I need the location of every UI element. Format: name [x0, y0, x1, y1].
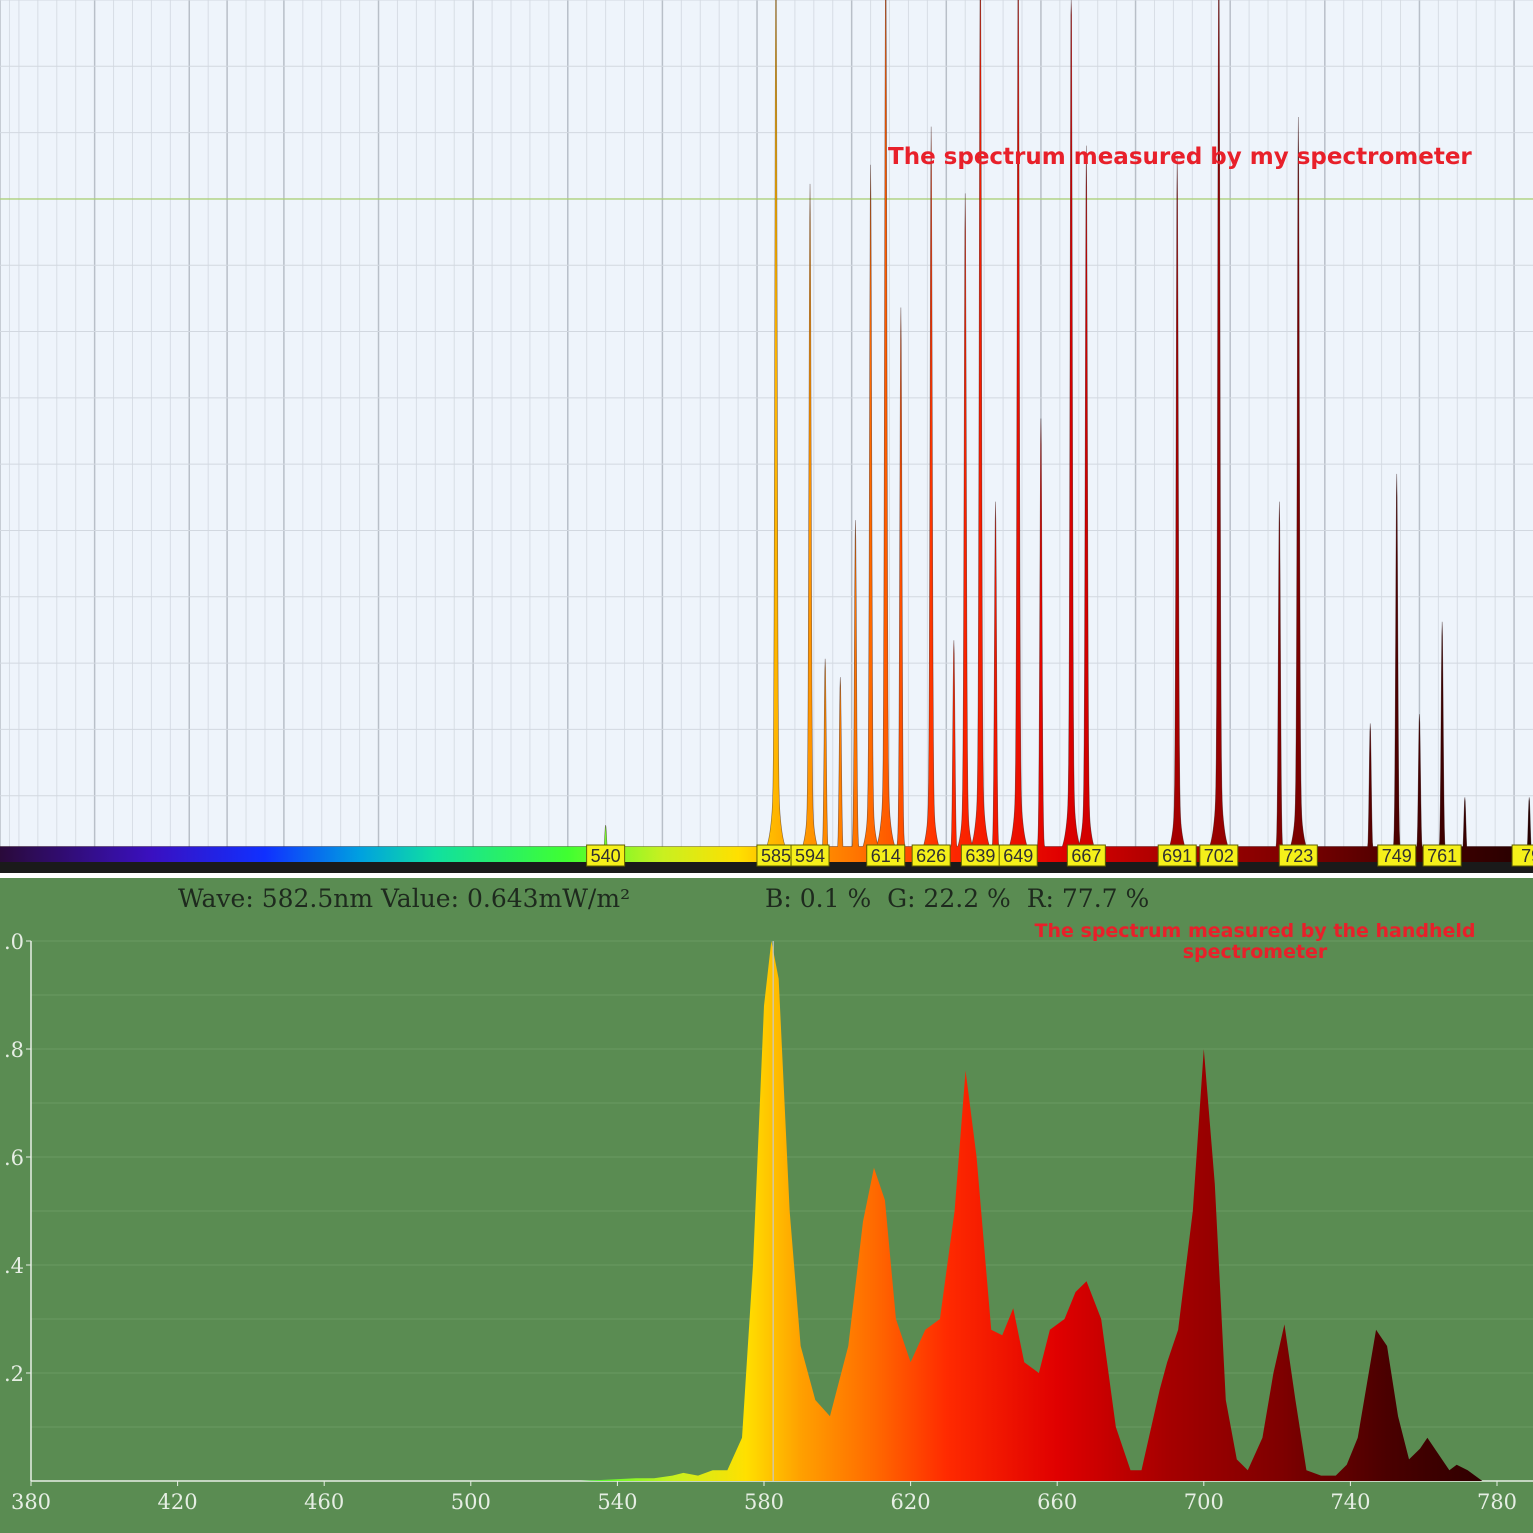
y-tick-label: .8	[4, 1038, 24, 1062]
x-tick-label: 780	[1477, 1490, 1517, 1514]
peak-label-639: 639	[960, 844, 1000, 867]
peak-label-text: 723	[1283, 846, 1313, 866]
peak-label-540: 540	[586, 844, 626, 867]
peak-label-749: 749	[1377, 844, 1417, 867]
x-tick-label: 620	[891, 1490, 931, 1514]
peak-label-text: 761	[1427, 846, 1457, 866]
x-tick-label: 700	[1184, 1490, 1224, 1514]
x-tick-label: 580	[744, 1490, 784, 1514]
peak-label-667: 667	[1066, 844, 1106, 867]
y-tick-label: .2	[4, 1362, 24, 1386]
peak-label-text: 585	[761, 846, 791, 866]
y-tick-label: .4	[4, 1254, 24, 1278]
peak-label-702: 702	[1199, 844, 1239, 867]
peak-label-text: 614	[871, 846, 901, 866]
bottom-annotation: The spectrum measured by the handheld sp…	[1034, 920, 1476, 963]
peak-label-text: 540	[591, 846, 621, 866]
top-spectrum-plot: 540 585 594 614 626 639 649 667 691 702 723 749 761 7…	[0, 0, 1533, 876]
peak-label-79: 79	[1511, 844, 1533, 867]
peak-label-text: 702	[1204, 846, 1234, 866]
peak-label-text: 691	[1162, 846, 1192, 866]
top-spectrum-area	[0, 0, 1533, 862]
x-tick-label: 460	[304, 1490, 344, 1514]
peak-label-649: 649	[998, 844, 1038, 867]
y-tick-label: .0	[4, 930, 24, 954]
x-tick-label: 500	[451, 1490, 491, 1514]
peak-label-text: 626	[916, 846, 946, 866]
peak-label-594: 594	[790, 844, 830, 867]
top-grid	[0, 0, 1533, 863]
peak-label-text: 594	[795, 846, 825, 866]
peak-label-761: 761	[1422, 844, 1462, 867]
y-tick-label: .6	[4, 1146, 24, 1170]
peak-label-691: 691	[1157, 844, 1197, 867]
x-tick-label: 380	[11, 1490, 51, 1514]
peak-label-614: 614	[866, 844, 906, 867]
peak-label-text: 639	[965, 846, 995, 866]
top-annotation: The spectrum measured by my spectrometer	[888, 144, 1472, 170]
x-tick-label: 740	[1330, 1490, 1370, 1514]
x-tick-label: 420	[158, 1490, 198, 1514]
x-tick-label: 540	[597, 1490, 637, 1514]
peak-label-text: 749	[1382, 846, 1412, 866]
bottom-spectrum-plot: 380 420 460 500 540 580 620 660 700 740 780 .2 .4 .6.…	[4, 930, 1533, 1514]
x-tick-label: 660	[1037, 1490, 1077, 1514]
peak-label-text: 649	[1003, 846, 1033, 866]
peak-label-585: 585	[756, 844, 796, 867]
peak-label-626: 626	[911, 844, 951, 867]
peak-label-text: 667	[1071, 846, 1101, 866]
top-spectrum-panel: 540 585 594 614 626 639 649 667 691 702 723 749 761 7…	[0, 0, 1533, 876]
peak-label-723: 723	[1278, 844, 1318, 867]
bottom-spectrum-panel: Wave: 582.5nm Value: 0.643mW/m² B: 0.1 %…	[0, 878, 1533, 1533]
top-spectrum-outline	[0, 0, 1533, 847]
peak-label-text: 79	[1521, 846, 1533, 866]
